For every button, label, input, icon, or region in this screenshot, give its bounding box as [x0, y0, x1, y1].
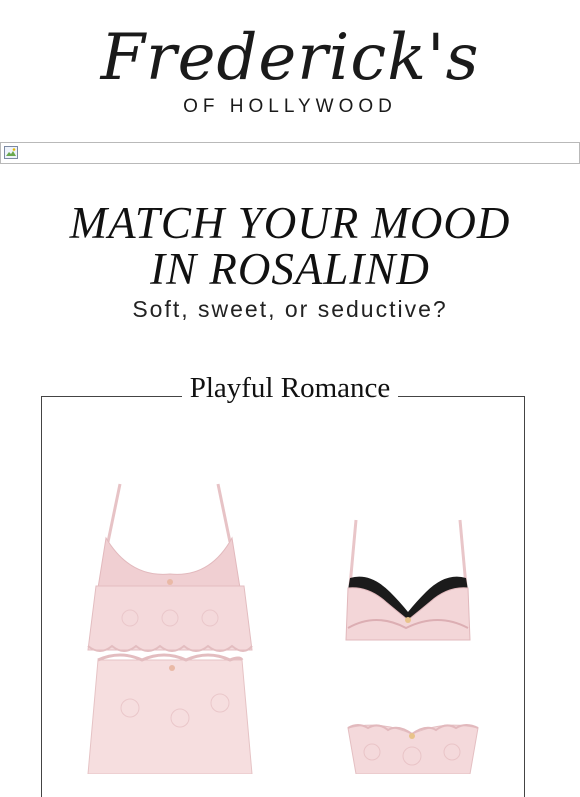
- hero-line-2: IN ROSALIND: [150, 244, 430, 294]
- shorts-waist: [97, 653, 244, 662]
- cami-strap-left: [106, 483, 122, 543]
- banner-image-placeholder[interactable]: [0, 142, 580, 164]
- bra-strap-left: [348, 519, 358, 587]
- broken-image-icon: [4, 146, 18, 159]
- section-title-text: Playful Romance: [181, 372, 399, 404]
- hero-line-1: MATCH YOUR MOOD: [69, 198, 511, 248]
- brand-script: Frederick's: [100, 21, 480, 95]
- bra-strap-right: [458, 519, 468, 587]
- bra-bow: [405, 617, 411, 623]
- shorts-body: [87, 659, 253, 774]
- cami-bow: [167, 579, 173, 585]
- cami-strap-right: [216, 483, 232, 543]
- brand-subtitle: OF HOLLYWOOD: [183, 96, 397, 117]
- brand-logo[interactable]: Frederick's OF HOLLYWOOD: [0, 0, 580, 140]
- pink-lace-panty-image[interactable]: [344, 716, 482, 774]
- section-title: Playful Romance: [0, 372, 580, 405]
- cami-body: [87, 585, 253, 651]
- pink-lace-cami-set-image[interactable]: [80, 478, 260, 774]
- pink-bra-image[interactable]: [340, 516, 476, 646]
- hero-headline: MATCH YOUR MOOD IN ROSALIND: [0, 200, 580, 292]
- shorts-bow: [169, 665, 175, 671]
- hero-subtitle: Soft, sweet, or seductive?: [132, 296, 448, 322]
- panty-bow: [409, 733, 415, 739]
